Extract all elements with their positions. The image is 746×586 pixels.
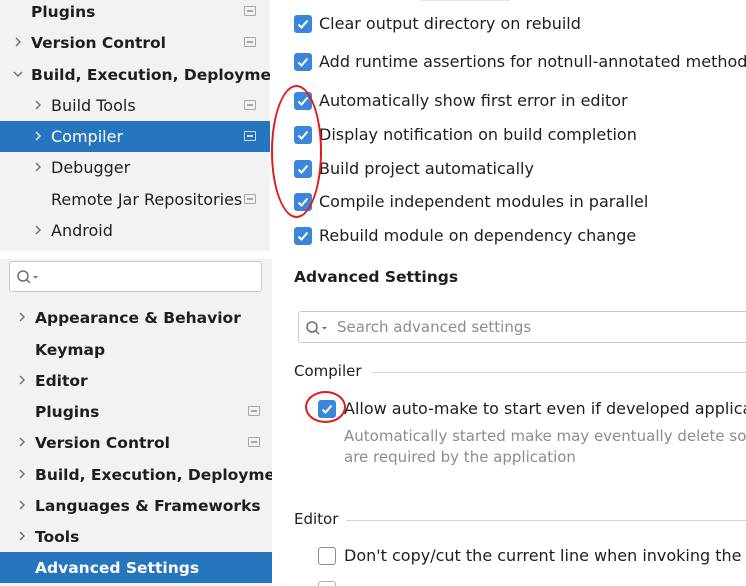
sidebar-item-build-execution-deployment[interactable]: Build, Execution, Deployment [0,59,270,90]
advanced-search-input[interactable]: Search advanced settings [298,311,746,343]
advanced-search-placeholder: Search advanced settings [337,318,532,336]
compiler-section-divider [372,372,746,373]
sidebar-item-plugins[interactable]: Plugins [0,0,270,27]
sidebar-item-appearance-behavior[interactable]: Appearance & Behavior [0,302,272,333]
project-level-icon [244,100,256,110]
sidebar-item-label: Version Control [35,433,170,452]
chevron-right-icon[interactable] [15,498,29,512]
settings-search-input[interactable] [9,261,262,292]
automake-description-line1: Automatically started make may eventuall… [344,427,746,445]
sidebar-item-editor[interactable]: Editor [0,365,272,396]
sidebar-item-compiler[interactable]: Compiler [0,121,270,152]
sidebar-item-build-execution-deployment[interactable]: Build, Execution, Deployment [0,459,272,490]
chevron-down-icon[interactable] [11,67,25,81]
sidebar-item-label: Build, Execution, Deployment [35,465,272,484]
bottom-sidebar: Appearance & Behavior Keymap Editor Plug… [0,259,272,586]
sidebar-item-label: Android [51,221,113,240]
chevron-right-icon[interactable] [31,98,45,112]
search-icon [306,321,327,335]
sidebar-item-label: Appearance & Behavior [35,308,241,327]
chevron-right-icon[interactable] [15,373,29,387]
project-level-icon [244,194,256,204]
project-level-icon [244,37,256,47]
chevron-right-icon[interactable] [15,467,29,481]
chevron-right-icon[interactable] [15,310,29,324]
sidebar-item-label: Plugins [35,402,100,421]
chevron-right-icon[interactable] [31,223,45,237]
chevron-right-icon[interactable] [31,160,45,174]
sidebar-item-advanced-settings[interactable]: Advanced Settings [0,552,272,583]
chevron-right-icon[interactable] [15,529,29,543]
sidebar-item-label: Compiler [51,127,124,146]
clear-output-label: Clear output directory on rebuild [319,14,581,33]
sidebar-item-remote-jar-repositories[interactable]: Remote Jar Repositories [0,184,270,215]
chevron-right-icon[interactable] [11,35,25,49]
sidebar-item-label: Remote Jar Repositories [51,190,243,209]
sidebar-item-label: Tools [35,527,80,546]
dont-copy-line-label: Don't copy/cut the current line when inv… [344,546,746,565]
project-level-icon [248,406,260,416]
sidebar-item-label: Editor [35,371,88,390]
chevron-right-icon[interactable] [31,129,45,143]
build-notification-checkbox[interactable] [294,126,312,144]
rebuild-on-dependency-label: Rebuild module on dependency change [319,226,637,245]
sidebar-item-label: Keymap [35,340,106,359]
sidebar-item-keymap[interactable]: Keymap [0,334,272,365]
sidebar-item-debugger[interactable]: Debugger [0,152,270,183]
build-automatically-checkbox[interactable] [294,160,312,178]
clipped-row-edge [420,0,510,1]
dont-copy-line-checkbox[interactable] [318,547,336,565]
editor-section-title: Editor [294,510,339,528]
sidebar-item-languages-frameworks[interactable]: Languages & Frameworks [0,490,272,521]
sidebar-item-tools[interactable]: Tools [0,521,272,552]
sidebar-item-label: Plugins [31,2,96,21]
sidebar-item-android[interactable]: Android [0,215,270,246]
next-option-checkbox[interactable] [318,581,336,586]
clear-output-checkbox[interactable] [294,15,312,33]
advanced-settings-panel: Advanced Settings Search advanced settin… [272,259,746,586]
page-title: Advanced Settings [294,268,459,286]
sidebar-item-build-tools[interactable]: Build Tools [0,90,270,121]
runtime-assertions-label: Add runtime assertions for notnull-annot… [319,52,746,71]
parallel-compile-label: Compile independent modules in parallel [319,192,649,211]
sidebar-item-label: Advanced Settings [35,558,200,577]
sidebar-item-version-control[interactable]: Version Control [0,27,270,58]
runtime-assertions-checkbox[interactable] [294,53,312,71]
build-automatically-label: Build project automatically [319,159,534,178]
build-notification-label: Display notification on build completion [319,125,637,144]
sidebar-item-label: Debugger [51,158,131,177]
editor-section-divider [346,520,746,521]
allow-automake-checkbox[interactable] [318,400,336,418]
top-compiler-options: Clear output directory on rebuild Add ru… [270,0,746,251]
project-level-icon [248,437,260,447]
sidebar-item-version-control[interactable]: Version Control [0,427,272,458]
rebuild-on-dependency-checkbox[interactable] [294,227,312,245]
chevron-right-icon[interactable] [15,435,29,449]
show-first-error-label: Automatically show first error in editor [319,91,628,110]
sidebar-item-plugins[interactable]: Plugins [0,396,272,427]
compiler-section-title: Compiler [294,362,362,380]
sidebar-item-label: Build, Execution, Deployment [31,65,270,84]
project-level-icon [244,6,256,16]
top-sidebar: Plugins Version Control Build, Execution… [0,0,270,251]
sidebar-item-label: Build Tools [51,96,136,115]
allow-automake-label: Allow auto-make to start even if develop… [344,399,746,418]
automake-description-line2: are required by the application [344,448,576,466]
sidebar-item-label: Languages & Frameworks [35,496,261,515]
search-icon [17,270,38,284]
parallel-compile-checkbox[interactable] [294,193,312,211]
sidebar-item-label: Version Control [31,33,166,52]
show-first-error-checkbox[interactable] [294,92,312,110]
project-level-icon [244,131,256,141]
